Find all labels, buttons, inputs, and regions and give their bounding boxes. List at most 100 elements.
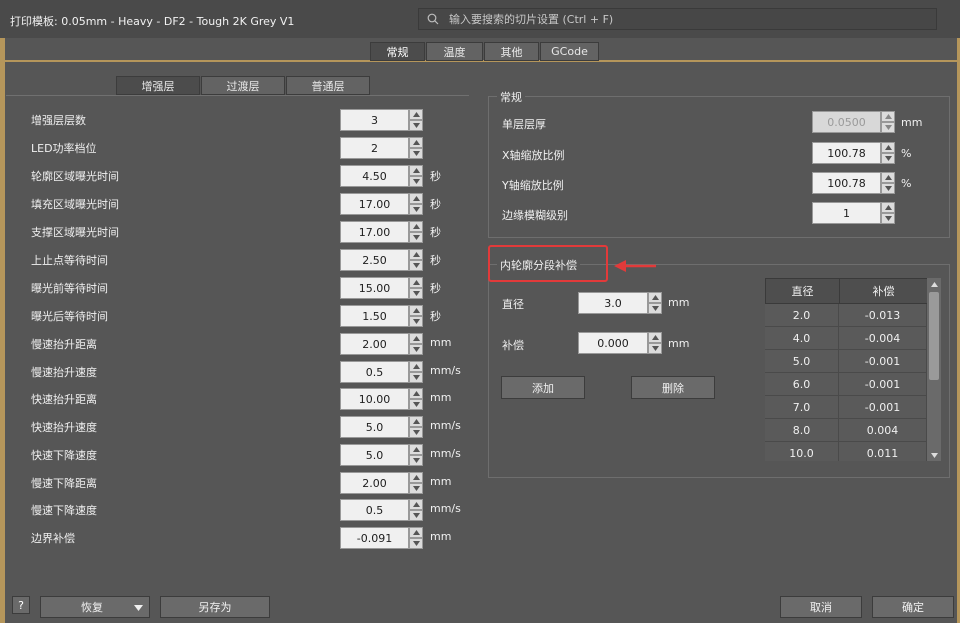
- chevron-down-icon[interactable]: [409, 316, 423, 327]
- chevron-down-icon[interactable]: [409, 288, 423, 299]
- chevron-up-icon[interactable]: [409, 109, 423, 120]
- setting-value[interactable]: 5.0: [340, 444, 409, 466]
- setting-value[interactable]: 0.5: [340, 499, 409, 521]
- chevron-up-icon[interactable]: [648, 292, 662, 303]
- chevron-up-icon[interactable]: [409, 416, 423, 427]
- chevron-up-icon[interactable]: [409, 193, 423, 204]
- chevron-up-icon[interactable]: [881, 142, 895, 153]
- chevron-up-icon[interactable]: [409, 333, 423, 344]
- setting-spinbox[interactable]: 17.00: [340, 193, 423, 215]
- scroll-thumb[interactable]: [929, 292, 939, 380]
- compensation-value[interactable]: 0.000: [578, 332, 648, 354]
- setting-value[interactable]: 4.50: [340, 165, 409, 187]
- table-cell[interactable]: 2.0: [765, 304, 839, 326]
- setting-spinbox[interactable]: 10.00: [340, 388, 423, 410]
- setting-value[interactable]: 0.5: [340, 361, 409, 383]
- table-cell[interactable]: -0.001: [839, 373, 927, 395]
- restore-dropdown[interactable]: 恢复: [40, 596, 150, 618]
- save-as-button[interactable]: 另存为: [160, 596, 270, 618]
- chevron-down-icon[interactable]: [648, 303, 662, 314]
- setting-spinbox[interactable]: 4.50: [340, 165, 423, 187]
- setting-value[interactable]: -0.091: [340, 527, 409, 549]
- tab-general[interactable]: 常规: [370, 42, 425, 61]
- delete-button[interactable]: 删除: [631, 376, 715, 399]
- edge-blur-value[interactable]: 1: [812, 202, 881, 224]
- table-row[interactable]: 8.0 0.004: [765, 419, 941, 442]
- tab-gcode[interactable]: GCode: [540, 42, 599, 61]
- table-cell[interactable]: 4.0: [765, 327, 839, 349]
- setting-spinbox[interactable]: 5.0: [340, 416, 423, 438]
- setting-spinbox[interactable]: 3: [340, 109, 423, 131]
- chevron-up-icon[interactable]: [409, 249, 423, 260]
- chevron-down-icon[interactable]: [881, 213, 895, 224]
- chevron-up-icon[interactable]: [881, 172, 895, 183]
- chevron-down-icon[interactable]: [881, 183, 895, 194]
- add-button[interactable]: 添加: [501, 376, 585, 399]
- column-header-compensation[interactable]: 补偿: [840, 279, 928, 303]
- setting-spinbox[interactable]: 15.00: [340, 277, 423, 299]
- diameter-value[interactable]: 3.0: [578, 292, 648, 314]
- table-cell[interactable]: -0.001: [839, 350, 927, 372]
- chevron-up-icon[interactable]: [409, 388, 423, 399]
- tab-enhanced-layer[interactable]: 增强层: [116, 76, 200, 95]
- setting-spinbox[interactable]: 5.0: [340, 444, 423, 466]
- setting-value[interactable]: 2.00: [340, 472, 409, 494]
- chevron-down-icon[interactable]: [648, 343, 662, 354]
- tab-temperature[interactable]: 温度: [426, 42, 483, 61]
- chevron-up-icon[interactable]: [409, 472, 423, 483]
- chevron-up-icon[interactable]: [881, 202, 895, 213]
- table-row[interactable]: 5.0 -0.001: [765, 350, 941, 373]
- setting-value[interactable]: 15.00: [340, 277, 409, 299]
- chevron-up-icon[interactable]: [648, 332, 662, 343]
- chevron-up-icon[interactable]: [409, 444, 423, 455]
- setting-spinbox[interactable]: 0.5: [340, 499, 423, 521]
- y-scale-value[interactable]: 100.78: [812, 172, 881, 194]
- tab-other[interactable]: 其他: [484, 42, 539, 61]
- column-header-diameter[interactable]: 直径: [766, 279, 840, 303]
- tab-normal-layer[interactable]: 普通层: [286, 76, 370, 95]
- table-cell[interactable]: 8.0: [765, 419, 839, 441]
- chevron-down-icon[interactable]: [409, 120, 423, 131]
- cancel-button[interactable]: 取消: [780, 596, 862, 618]
- chevron-down-icon[interactable]: [409, 344, 423, 355]
- edge-blur-spinbox[interactable]: 1: [812, 202, 895, 224]
- table-row[interactable]: 4.0 -0.004: [765, 327, 941, 350]
- table-cell[interactable]: -0.013: [839, 304, 927, 326]
- chevron-down-icon[interactable]: [409, 510, 423, 521]
- setting-spinbox[interactable]: 2.00: [340, 333, 423, 355]
- chevron-down-icon[interactable]: [881, 153, 895, 164]
- setting-value[interactable]: 1.50: [340, 305, 409, 327]
- x-scale-value[interactable]: 100.78: [812, 142, 881, 164]
- chevron-down-icon[interactable]: [409, 455, 423, 466]
- setting-spinbox[interactable]: 2.00: [340, 472, 423, 494]
- help-button[interactable]: ?: [12, 596, 30, 614]
- table-cell[interactable]: 0.011: [839, 442, 927, 461]
- chevron-down-icon[interactable]: [409, 427, 423, 438]
- setting-spinbox[interactable]: 0.5: [340, 361, 423, 383]
- table-cell[interactable]: -0.001: [839, 396, 927, 418]
- table-row[interactable]: 2.0 -0.013: [765, 304, 941, 327]
- setting-spinbox[interactable]: 1.50: [340, 305, 423, 327]
- search-input[interactable]: [449, 12, 929, 26]
- chevron-down-icon[interactable]: [409, 372, 423, 383]
- setting-value[interactable]: 10.00: [340, 388, 409, 410]
- setting-value[interactable]: 2.50: [340, 249, 409, 271]
- chevron-up-icon[interactable]: [409, 527, 423, 538]
- setting-spinbox[interactable]: 2.50: [340, 249, 423, 271]
- table-cell[interactable]: 5.0: [765, 350, 839, 372]
- chevron-down-icon[interactable]: [409, 232, 423, 243]
- table-row[interactable]: 7.0 -0.001: [765, 396, 941, 419]
- search-box[interactable]: [418, 8, 937, 30]
- table-row[interactable]: 6.0 -0.001: [765, 373, 941, 396]
- table-cell[interactable]: 7.0: [765, 396, 839, 418]
- setting-spinbox[interactable]: 17.00: [340, 221, 423, 243]
- chevron-up-icon[interactable]: [409, 277, 423, 288]
- chevron-up-icon[interactable]: [409, 221, 423, 232]
- ok-button[interactable]: 确定: [872, 596, 954, 618]
- chevron-up-icon[interactable]: [409, 165, 423, 176]
- diameter-spinbox[interactable]: 3.0: [578, 292, 662, 314]
- chevron-down-icon[interactable]: [409, 483, 423, 494]
- table-cell[interactable]: 10.0: [765, 442, 839, 461]
- compensation-spinbox[interactable]: 0.000: [578, 332, 662, 354]
- setting-spinbox[interactable]: 2: [340, 137, 423, 159]
